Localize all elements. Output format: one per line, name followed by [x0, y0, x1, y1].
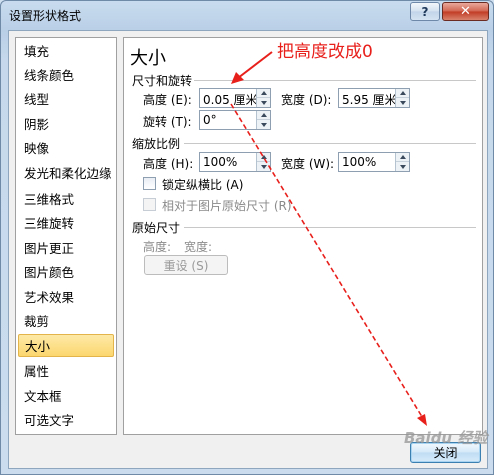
- annotation-dashed-arrow-line: [230, 103, 425, 421]
- annotation-overlay: [230, 51, 427, 426]
- annotation-arrow-line: [237, 51, 273, 79]
- watermark: Baidu 经验: [404, 429, 488, 447]
- annotation-dashed-arrow-head: [417, 414, 427, 426]
